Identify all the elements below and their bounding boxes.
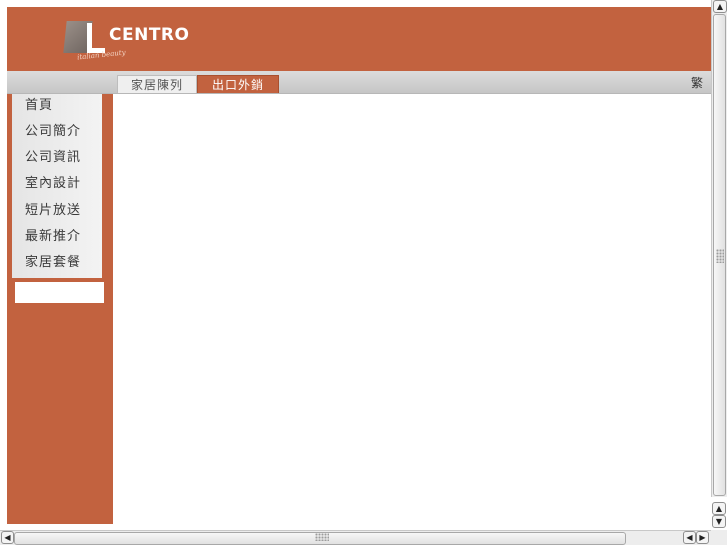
centro-logo[interactable]: CENTRO italian beauty xyxy=(63,19,205,63)
sidebar-item-home[interactable]: 首頁 xyxy=(12,94,102,120)
arrow-right-icon[interactable]: ▶ xyxy=(696,531,709,544)
scrollbar-corner xyxy=(711,530,727,545)
grip-icon xyxy=(315,533,329,541)
arrow-left-icon[interactable]: ◀ xyxy=(1,531,14,544)
top-nav: 家居陳列 出口外銷 繁 xyxy=(7,71,711,94)
grip-icon xyxy=(716,249,724,263)
sidebar-item-about[interactable]: 公司簡介 xyxy=(12,120,102,146)
horizontal-scroll-thumb[interactable] xyxy=(14,532,626,545)
logo-wordmark: CENTRO xyxy=(109,25,190,45)
sidebar-item-videos[interactable]: 短片放送 xyxy=(12,199,102,225)
sidebar-menu: 首頁 公司簡介 公司資訊 室內設計 短片放送 最新推介 家居套餐 xyxy=(12,94,102,278)
language-toggle-link[interactable]: 繁 xyxy=(691,74,703,91)
vertical-scrollbar[interactable]: ▲ xyxy=(711,0,727,497)
horizontal-scrollbar[interactable]: ◀ ◀ ▶ xyxy=(0,530,711,545)
chair-leg-icon xyxy=(87,23,105,53)
tab-export[interactable]: 出口外銷 xyxy=(197,75,279,93)
arrow-up-icon[interactable]: ▲ xyxy=(713,0,727,13)
sidebar-item-info[interactable]: 公司資訊 xyxy=(12,146,102,172)
arrow-left-icon[interactable]: ◀ xyxy=(683,531,696,544)
sidebar-blank-box xyxy=(15,282,104,303)
frame-border xyxy=(0,0,7,530)
sidebar: 首頁 公司簡介 公司資訊 室內設計 短片放送 最新推介 家居套餐 xyxy=(7,94,113,524)
arrow-up-icon[interactable]: ▲ xyxy=(712,502,726,515)
main-content xyxy=(113,94,711,530)
site-header: CENTRO italian beauty xyxy=(7,7,711,71)
vertical-scroll-thumb[interactable] xyxy=(713,14,726,496)
tab-home-display[interactable]: 家居陳列 xyxy=(117,75,197,93)
sidebar-item-interior-design[interactable]: 室內設計 xyxy=(12,172,102,198)
arrow-down-icon[interactable]: ▼ xyxy=(712,515,726,528)
sidebar-item-new[interactable]: 最新推介 xyxy=(12,225,102,251)
sidebar-item-packages[interactable]: 家居套餐 xyxy=(12,251,102,277)
